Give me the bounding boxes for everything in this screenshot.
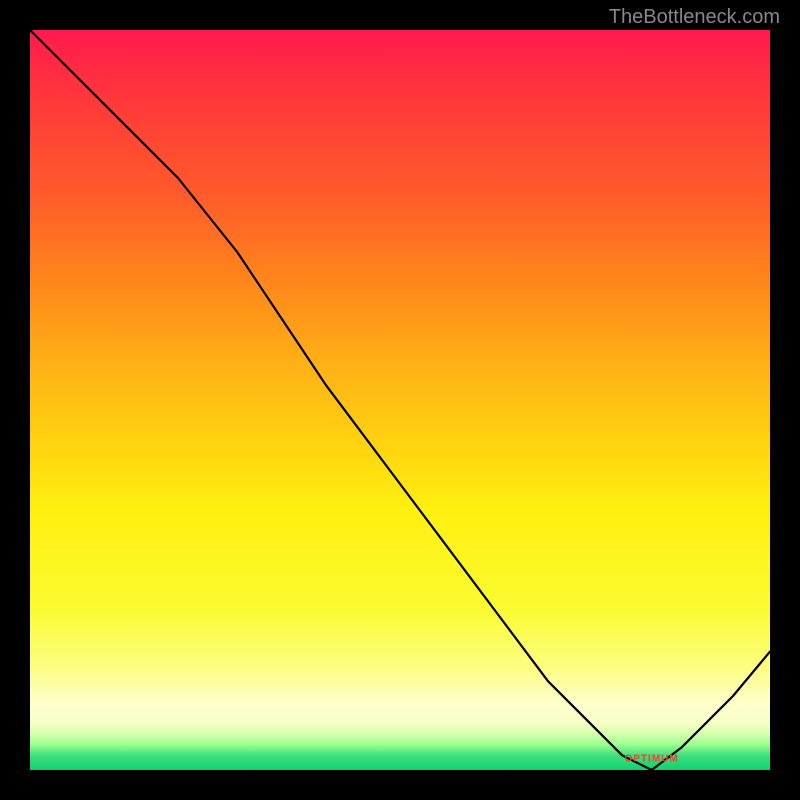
watermark-text: TheBottleneck.com xyxy=(609,6,780,29)
optimum-marker: OPTIMUM xyxy=(624,753,678,764)
chart-plot-area: OPTIMUM xyxy=(30,30,770,770)
bottleneck-curve xyxy=(30,30,770,770)
